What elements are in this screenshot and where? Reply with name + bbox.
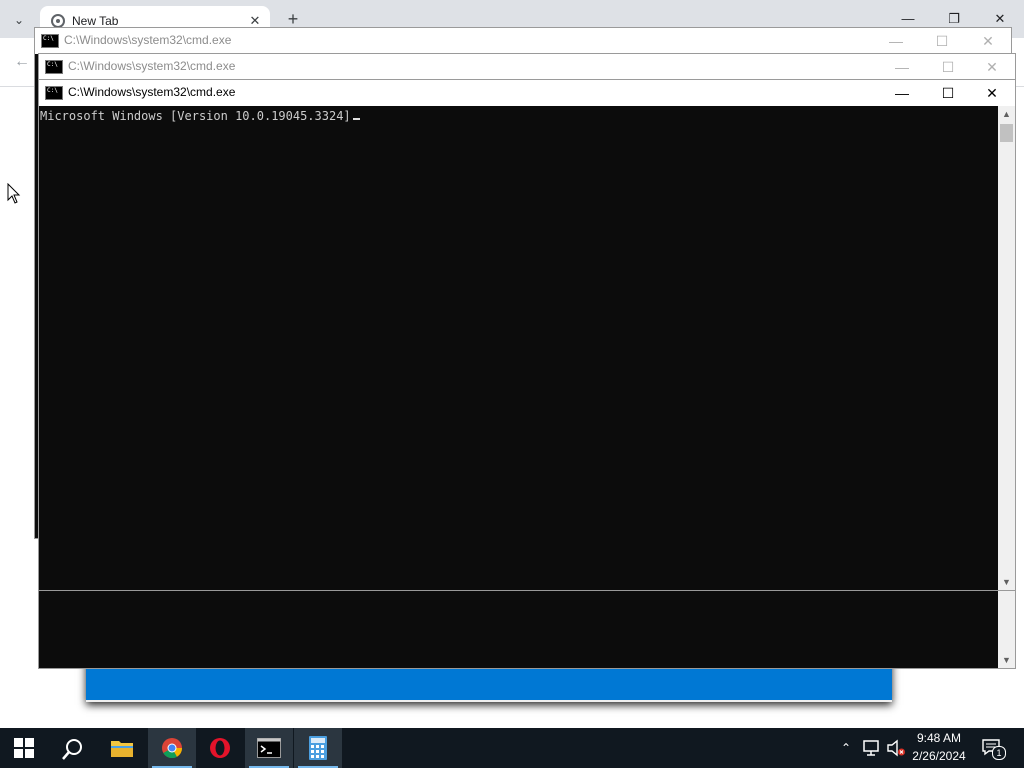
cmd-app-icon <box>45 60 63 74</box>
calculator-icon <box>309 736 327 760</box>
search-icon <box>62 739 82 760</box>
cmd-minimize-button[interactable]: — <box>879 54 925 80</box>
cmd-maximize-button[interactable]: ☐ <box>925 80 971 106</box>
back-arrow-icon[interactable]: ← <box>12 52 32 72</box>
clock-time[interactable]: 9:48 AM <box>906 731 972 745</box>
scroll-down-arrow-icon[interactable]: ▼ <box>998 652 1015 668</box>
volume-muted-icon[interactable] <box>886 738 906 758</box>
show-hidden-icons-chevron-icon[interactable]: ⌃ <box>838 738 854 758</box>
cmd-titlebar[interactable]: C:\Windows\system32\cmd.exe — ☐ ✕ <box>35 28 1011 54</box>
cmd-window-title: C:\Windows\system32\cmd.exe <box>64 33 232 47</box>
scrollbar-thumb[interactable] <box>1000 124 1013 142</box>
cmd-maximize-button[interactable]: ☐ <box>919 28 965 54</box>
tab-title: New Tab <box>72 14 119 28</box>
cmd-console-area[interactable]: Microsoft Windows [Version 10.0.19045.33… <box>39 106 1015 590</box>
command-prompt-icon <box>257 738 281 758</box>
cmd-minimize-button[interactable]: — <box>879 80 925 106</box>
network-icon[interactable] <box>862 738 882 758</box>
taskbar: ⌃ 9:48 AM 2/26/2024 1 <box>0 728 1024 768</box>
cmd-titlebar[interactable]: C:\Windows\system32\cmd.exe — ☐ ✕ <box>39 54 1015 80</box>
windows-logo-icon <box>14 738 34 758</box>
cmd-vertical-scrollbar[interactable]: ▲ ▼ <box>998 106 1015 590</box>
cmd-close-button[interactable]: ✕ <box>969 80 1015 106</box>
cmd-app-icon <box>45 86 63 100</box>
taskbar-command-prompt[interactable] <box>245 728 293 768</box>
cmd-close-button[interactable]: ✕ <box>969 54 1015 80</box>
scroll-down-arrow-icon[interactable]: ▼ <box>998 574 1015 590</box>
cmd-close-button[interactable]: ✕ <box>965 28 1011 54</box>
cmd-window-title: C:\Windows\system32\cmd.exe <box>68 85 236 99</box>
notification-count-badge: 1 <box>992 746 1006 760</box>
calculator-accent-bar <box>86 666 892 700</box>
cmd-minimize-button[interactable]: — <box>873 28 919 54</box>
taskbar-chrome[interactable] <box>148 728 196 768</box>
cmd-app-icon <box>41 34 59 48</box>
tab-search-chevron-icon[interactable]: ⌄ <box>6 8 32 32</box>
start-button[interactable] <box>0 728 48 768</box>
mouse-pointer-icon <box>7 183 21 204</box>
chrome-icon <box>162 738 183 759</box>
cmd-maximize-button[interactable]: ☐ <box>925 54 971 80</box>
cmd-window-title: C:\Windows\system32\cmd.exe <box>68 59 236 73</box>
taskbar-opera[interactable] <box>196 728 244 768</box>
taskbar-file-explorer[interactable] <box>98 728 146 768</box>
scroll-up-arrow-icon[interactable]: ▲ <box>998 106 1015 122</box>
clock-date[interactable]: 2/26/2024 <box>906 749 972 763</box>
search-button[interactable] <box>48 728 96 768</box>
taskbar-calculator[interactable] <box>294 728 342 768</box>
console-version-line: Microsoft Windows [Version 10.0.19045.33… <box>40 109 351 123</box>
action-center-button[interactable]: 1 <box>980 736 1006 760</box>
folder-icon <box>111 741 133 757</box>
cmd-window-active[interactable]: C:\Windows\system32\cmd.exe — ☐ ✕ Micros… <box>38 79 1016 591</box>
opera-icon <box>210 738 230 758</box>
console-output: Microsoft Windows [Version 10.0.19045.33… <box>40 109 360 123</box>
cmd-titlebar[interactable]: C:\Windows\system32\cmd.exe — ☐ ✕ <box>39 80 1015 106</box>
text-cursor <box>352 118 360 120</box>
